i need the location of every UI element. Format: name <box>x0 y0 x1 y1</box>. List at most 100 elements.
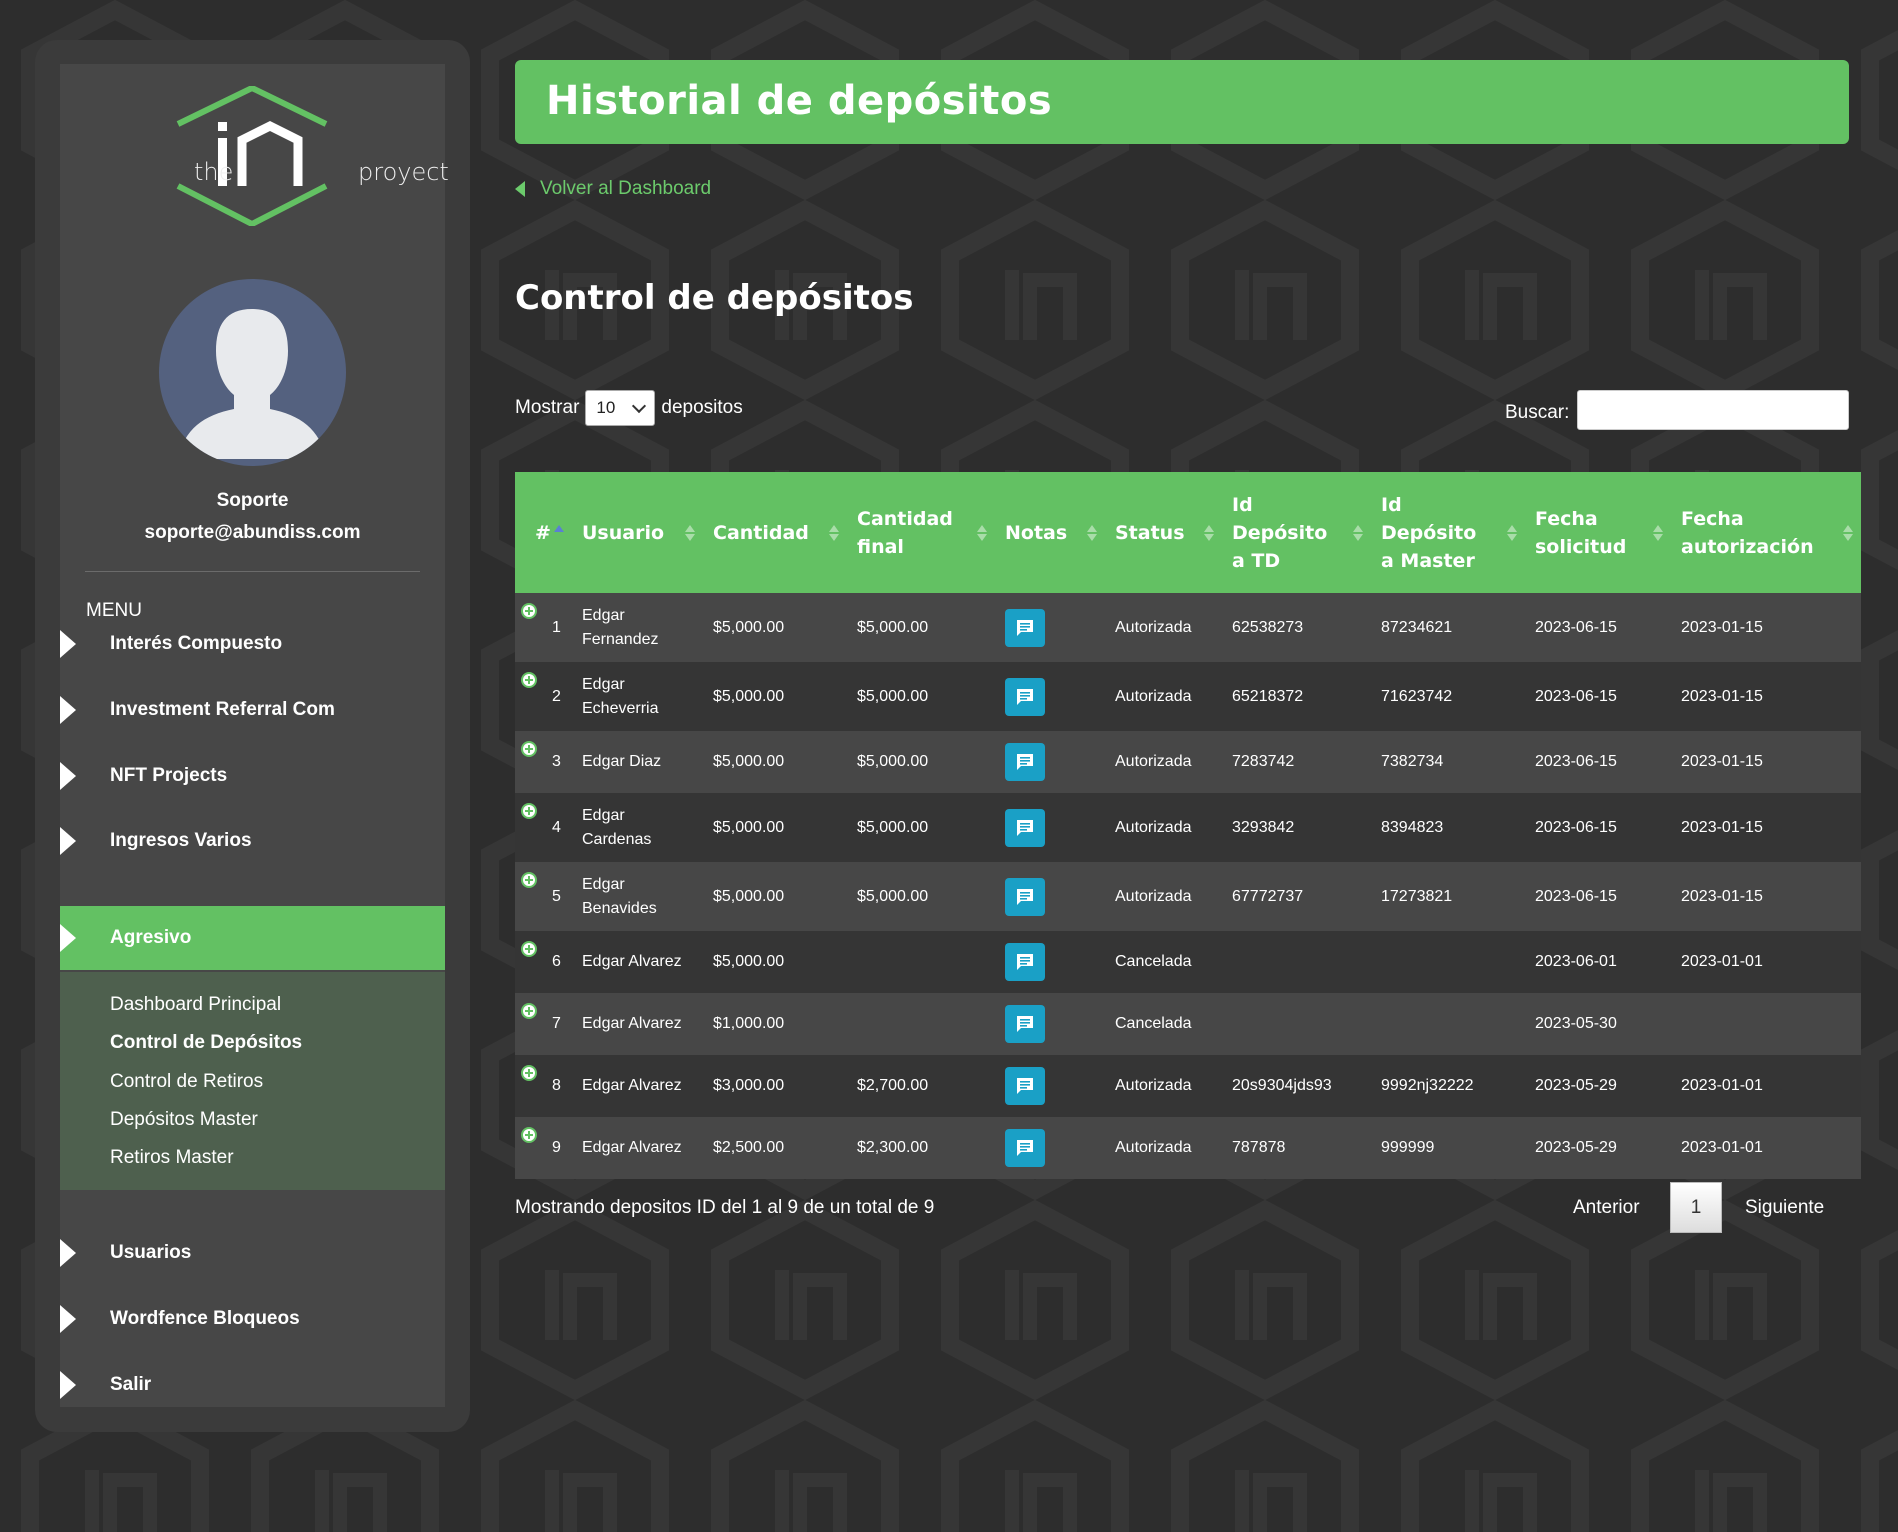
cell-number: 3 <box>515 731 572 793</box>
column-header-usuario[interactable]: Usuario <box>572 472 703 593</box>
user-email: soporte@abundiss.com <box>144 522 361 543</box>
caret-right-icon <box>60 1305 76 1333</box>
column-header-fecha-autorizacion[interactable]: Fecha autorización <box>1671 472 1861 593</box>
pagination-page-1[interactable]: 1 <box>1670 1182 1722 1233</box>
sort-icon <box>1204 523 1214 543</box>
notes-button[interactable] <box>1005 1067 1045 1105</box>
column-header-cantidad-final[interactable]: Cantidad final <box>847 472 995 593</box>
cell-id-master <box>1371 931 1525 993</box>
comment-icon <box>1017 888 1033 905</box>
pagination-previous[interactable]: Anterior <box>1573 1182 1640 1233</box>
sidebar-item-interes-compuesto[interactable]: Interés Compuesto <box>60 612 445 676</box>
sidebar-item-ingresos-varios[interactable]: Ingresos Varios <box>60 809 445 873</box>
sidebar-item-wordfence[interactable]: Wordfence Bloqueos <box>60 1287 445 1351</box>
sort-icon <box>1843 523 1853 543</box>
cell-fecha-solicitud: 2023-05-30 <box>1535 1015 1617 1032</box>
comment-icon <box>1017 1140 1033 1156</box>
brand-logo[interactable]: the proyect <box>130 84 449 228</box>
sidebar-item-agresivo[interactable]: Agresivo <box>60 906 445 970</box>
sidebar-item-investment-referral[interactable]: Investment Referral Com <box>60 678 445 742</box>
expand-row-icon[interactable] <box>521 1127 537 1143</box>
cell-cantidad-final <box>847 993 995 1055</box>
cell-usuario: Edgar Echeverria <box>582 675 659 717</box>
cell-fecha-solicitud: 2023-06-15 <box>1535 887 1617 905</box>
cell-number: 4 <box>515 793 572 862</box>
notes-button[interactable] <box>1005 943 1045 981</box>
notes-button[interactable] <box>1005 608 1045 647</box>
cell-fecha-autorizacion: 2023-01-15 <box>1681 687 1763 705</box>
search-input[interactable] <box>1577 390 1849 430</box>
column-header-status[interactable]: Status <box>1105 472 1222 593</box>
row-number: 4 <box>552 818 561 836</box>
table-row: 7 Edgar Alvarez $1,000.00 Cancelada 2023-05-… <box>515 993 1861 1055</box>
column-header-number[interactable]: # <box>515 472 572 593</box>
cell-fecha-solicitud: 2023-05-29 <box>1535 1139 1617 1156</box>
comment-icon <box>1017 954 1033 970</box>
submenu-control-retiros[interactable]: Control de Retiros <box>110 1071 263 1093</box>
expand-row-icon[interactable] <box>521 872 537 888</box>
sidebar-item-nft-projects[interactable]: NFT Projects <box>60 744 445 808</box>
cell-cantidad: $5,000.00 <box>713 687 785 705</box>
cell-id-master: 17273821 <box>1381 887 1453 905</box>
user-name: Soporte <box>216 490 289 511</box>
cell-status: Autorizada <box>1115 887 1192 905</box>
expand-row-icon[interactable] <box>521 741 537 757</box>
expand-row-icon[interactable] <box>521 603 537 619</box>
column-header-id-deposito-td[interactable]: Id Depósito a TD <box>1222 472 1371 593</box>
back-to-dashboard-link[interactable]: Volver al Dashboard <box>515 178 711 200</box>
submenu-control-depositos[interactable]: Control de Depósitos <box>110 1032 302 1054</box>
column-header-cantidad[interactable]: Cantidad <box>703 472 847 593</box>
cell-status: Autorizada <box>1115 687 1192 705</box>
notes-button[interactable] <box>1005 1005 1045 1043</box>
deposits-table: # Usuario Cantidad Cantidad final Notas … <box>515 472 1861 1179</box>
notes-button[interactable] <box>1005 808 1045 847</box>
sort-icon <box>685 523 695 543</box>
notes-button[interactable] <box>1005 1129 1045 1167</box>
cell-usuario: Edgar Fernandez <box>582 606 659 648</box>
cell-fecha-autorizacion: 2023-01-15 <box>1681 753 1763 770</box>
cell-id-master: 8394823 <box>1381 818 1444 836</box>
sidebar-item-label: Usuarios <box>110 1242 192 1263</box>
expand-row-icon[interactable] <box>521 941 537 957</box>
row-number: 7 <box>552 1015 561 1032</box>
caret-right-icon <box>60 1239 76 1267</box>
page-header: Historial de depósitos <box>515 60 1849 144</box>
caret-right-icon <box>60 630 76 658</box>
notes-button[interactable] <box>1005 743 1045 781</box>
expand-row-icon[interactable] <box>521 1003 537 1019</box>
table-row: 6 Edgar Alvarez $5,000.00 Cancelada 2023-06-… <box>515 931 1861 993</box>
submenu-retiros-master[interactable]: Retiros Master <box>110 1147 234 1169</box>
row-number: 9 <box>552 1139 561 1156</box>
expand-row-icon[interactable] <box>521 1065 537 1081</box>
cell-id-td: 7283742 <box>1232 753 1295 770</box>
caret-right-icon <box>60 924 76 952</box>
sidebar-item-salir[interactable]: Salir <box>60 1353 445 1417</box>
cell-cantidad-final: $5,000.00 <box>857 887 929 905</box>
cell-number: 5 <box>515 862 572 931</box>
notes-button[interactable] <box>1005 877 1045 916</box>
cell-id-td: 20s9304jds93 <box>1232 1077 1332 1094</box>
expand-row-icon[interactable] <box>521 803 537 819</box>
cell-fecha-autorizacion: 2023-01-15 <box>1681 618 1763 636</box>
pagination-next[interactable]: Siguiente <box>1745 1182 1824 1233</box>
cell-id-master: 7382734 <box>1381 753 1444 770</box>
page-length-select[interactable]: 10 <box>585 390 656 426</box>
cell-status: Autorizada <box>1115 818 1192 836</box>
column-header-fecha-solicitud[interactable]: Fecha solicitud <box>1525 472 1671 593</box>
column-header-id-deposito-master[interactable]: Id Depósito a Master <box>1371 472 1525 593</box>
expand-row-icon[interactable] <box>521 672 537 688</box>
cell-id-master <box>1371 993 1525 1055</box>
logo-hexagon-icon <box>176 84 328 228</box>
notes-button[interactable] <box>1005 677 1045 716</box>
cell-cantidad-final: $5,000.00 <box>857 687 929 705</box>
sort-icon <box>1653 523 1663 543</box>
submenu-dashboard-principal[interactable]: Dashboard Principal <box>110 994 281 1016</box>
column-header-notas[interactable]: Notas <box>995 472 1105 593</box>
row-number: 1 <box>552 618 561 636</box>
search-label: Buscar: <box>1505 402 1570 423</box>
sidebar-item-usuarios[interactable]: Usuarios <box>60 1221 445 1285</box>
table-row: 3 Edgar Diaz $5,000.00 $5,000.00 Autorizada 7… <box>515 731 1861 793</box>
sidebar: the proyect Soporte soporte@abundiss.com… <box>60 64 449 1407</box>
table-row: 2 Edgar Echeverria $5,000.00 $5,000.00 Autor… <box>515 662 1861 731</box>
submenu-depositos-master[interactable]: Depósitos Master <box>110 1109 258 1131</box>
